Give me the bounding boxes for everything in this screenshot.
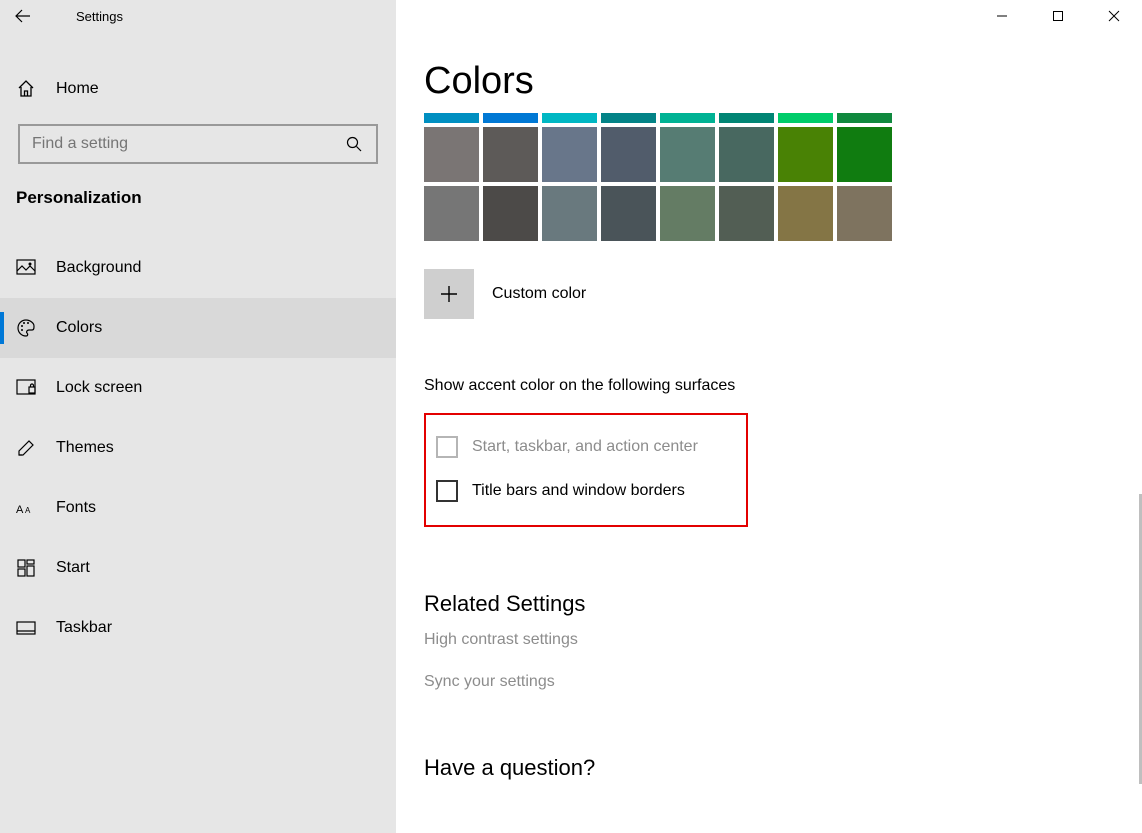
nav-home-label: Home bbox=[56, 80, 99, 98]
maximize-button[interactable] bbox=[1030, 0, 1086, 32]
themes-icon bbox=[16, 438, 36, 458]
svg-text:A: A bbox=[16, 504, 24, 516]
color-swatch[interactable] bbox=[542, 113, 597, 123]
color-swatch[interactable] bbox=[424, 186, 479, 241]
help-heading: Have a question? bbox=[424, 755, 1114, 781]
window-title: Settings bbox=[46, 9, 123, 24]
color-swatch[interactable] bbox=[778, 127, 833, 182]
sidebar: Settings Home Personalization Background bbox=[0, 0, 396, 833]
close-button[interactable] bbox=[1086, 0, 1142, 32]
link-sync-settings[interactable]: Sync your settings bbox=[424, 673, 1114, 691]
nav-item-lock-screen[interactable]: Lock screen bbox=[0, 358, 396, 418]
color-swatch[interactable] bbox=[483, 127, 538, 182]
related-heading: Related Settings bbox=[424, 591, 1114, 617]
main: Colors Custom color Show accent color on… bbox=[396, 0, 1142, 833]
back-button[interactable] bbox=[0, 0, 46, 32]
start-icon bbox=[16, 559, 36, 577]
picture-icon bbox=[16, 259, 36, 277]
content: Colors Custom color Show accent color on… bbox=[396, 32, 1142, 833]
nav-item-themes[interactable]: Themes bbox=[0, 418, 396, 478]
color-swatch[interactable] bbox=[837, 113, 892, 123]
color-swatch[interactable] bbox=[778, 186, 833, 241]
nav-home[interactable]: Home bbox=[0, 62, 396, 116]
accent-surfaces-group: Start, taskbar, and action center Title … bbox=[424, 413, 748, 527]
plus-icon bbox=[439, 284, 459, 304]
nav: Home Personalization Background Colors bbox=[0, 32, 396, 833]
color-swatch-grid bbox=[424, 113, 1114, 241]
section-title: Personalization bbox=[0, 164, 396, 222]
nav-item-start[interactable]: Start bbox=[0, 538, 396, 598]
color-swatch[interactable] bbox=[601, 186, 656, 241]
minimize-button[interactable] bbox=[974, 0, 1030, 32]
nav-item-background[interactable]: Background bbox=[0, 238, 396, 298]
color-swatch[interactable] bbox=[660, 113, 715, 123]
palette-icon bbox=[16, 318, 36, 338]
color-swatch[interactable] bbox=[601, 127, 656, 182]
nav-item-label: Start bbox=[56, 559, 90, 577]
nav-item-label: Taskbar bbox=[56, 619, 112, 637]
color-swatch[interactable] bbox=[660, 186, 715, 241]
custom-color-row: Custom color bbox=[424, 269, 1114, 319]
color-swatch[interactable] bbox=[719, 186, 774, 241]
custom-color-button[interactable] bbox=[424, 269, 474, 319]
color-swatch[interactable] bbox=[719, 127, 774, 182]
color-swatch[interactable] bbox=[483, 186, 538, 241]
surfaces-heading: Show accent color on the following surfa… bbox=[424, 377, 1114, 395]
nav-item-label: Background bbox=[56, 259, 141, 277]
color-swatch[interactable] bbox=[542, 127, 597, 182]
taskbar-icon bbox=[16, 621, 36, 635]
page-title: Colors bbox=[424, 60, 1114, 103]
minimize-icon bbox=[996, 10, 1008, 22]
search-wrap bbox=[18, 124, 378, 164]
fonts-icon: AA bbox=[16, 499, 36, 517]
checkbox-icon bbox=[436, 436, 458, 458]
nav-item-label: Themes bbox=[56, 439, 114, 457]
titlebar-left: Settings bbox=[0, 0, 396, 32]
color-swatch[interactable] bbox=[424, 127, 479, 182]
check-label: Start, taskbar, and action center bbox=[472, 438, 698, 456]
color-swatch[interactable] bbox=[778, 113, 833, 123]
nav-item-label: Colors bbox=[56, 319, 102, 337]
color-swatch[interactable] bbox=[542, 186, 597, 241]
maximize-icon bbox=[1052, 10, 1064, 22]
search-icon[interactable] bbox=[338, 124, 370, 164]
home-icon bbox=[16, 79, 36, 99]
nav-item-fonts[interactable]: AA Fonts bbox=[0, 478, 396, 538]
color-swatch[interactable] bbox=[837, 186, 892, 241]
link-high-contrast[interactable]: High contrast settings bbox=[424, 631, 1114, 649]
close-icon bbox=[1108, 10, 1120, 22]
color-swatch[interactable] bbox=[601, 113, 656, 123]
svg-text:A: A bbox=[25, 506, 31, 515]
search-input[interactable] bbox=[18, 124, 378, 164]
color-swatch[interactable] bbox=[719, 113, 774, 123]
check-title-bars[interactable]: Title bars and window borders bbox=[436, 469, 736, 513]
color-swatch[interactable] bbox=[483, 113, 538, 123]
nav-item-label: Lock screen bbox=[56, 379, 142, 397]
color-swatch[interactable] bbox=[837, 127, 892, 182]
nav-item-colors[interactable]: Colors bbox=[0, 298, 396, 358]
nav-list: Background Colors Lock screen Themes bbox=[0, 238, 396, 658]
color-swatch[interactable] bbox=[660, 127, 715, 182]
back-arrow-icon bbox=[15, 8, 31, 24]
checkbox-icon bbox=[436, 480, 458, 502]
custom-color-label: Custom color bbox=[492, 285, 586, 303]
nav-item-taskbar[interactable]: Taskbar bbox=[0, 598, 396, 658]
lock-screen-icon bbox=[16, 379, 36, 397]
nav-item-label: Fonts bbox=[56, 499, 96, 517]
check-label: Title bars and window borders bbox=[472, 482, 685, 500]
window-controls bbox=[396, 0, 1142, 32]
color-swatch[interactable] bbox=[424, 113, 479, 123]
check-start-taskbar: Start, taskbar, and action center bbox=[436, 425, 736, 469]
